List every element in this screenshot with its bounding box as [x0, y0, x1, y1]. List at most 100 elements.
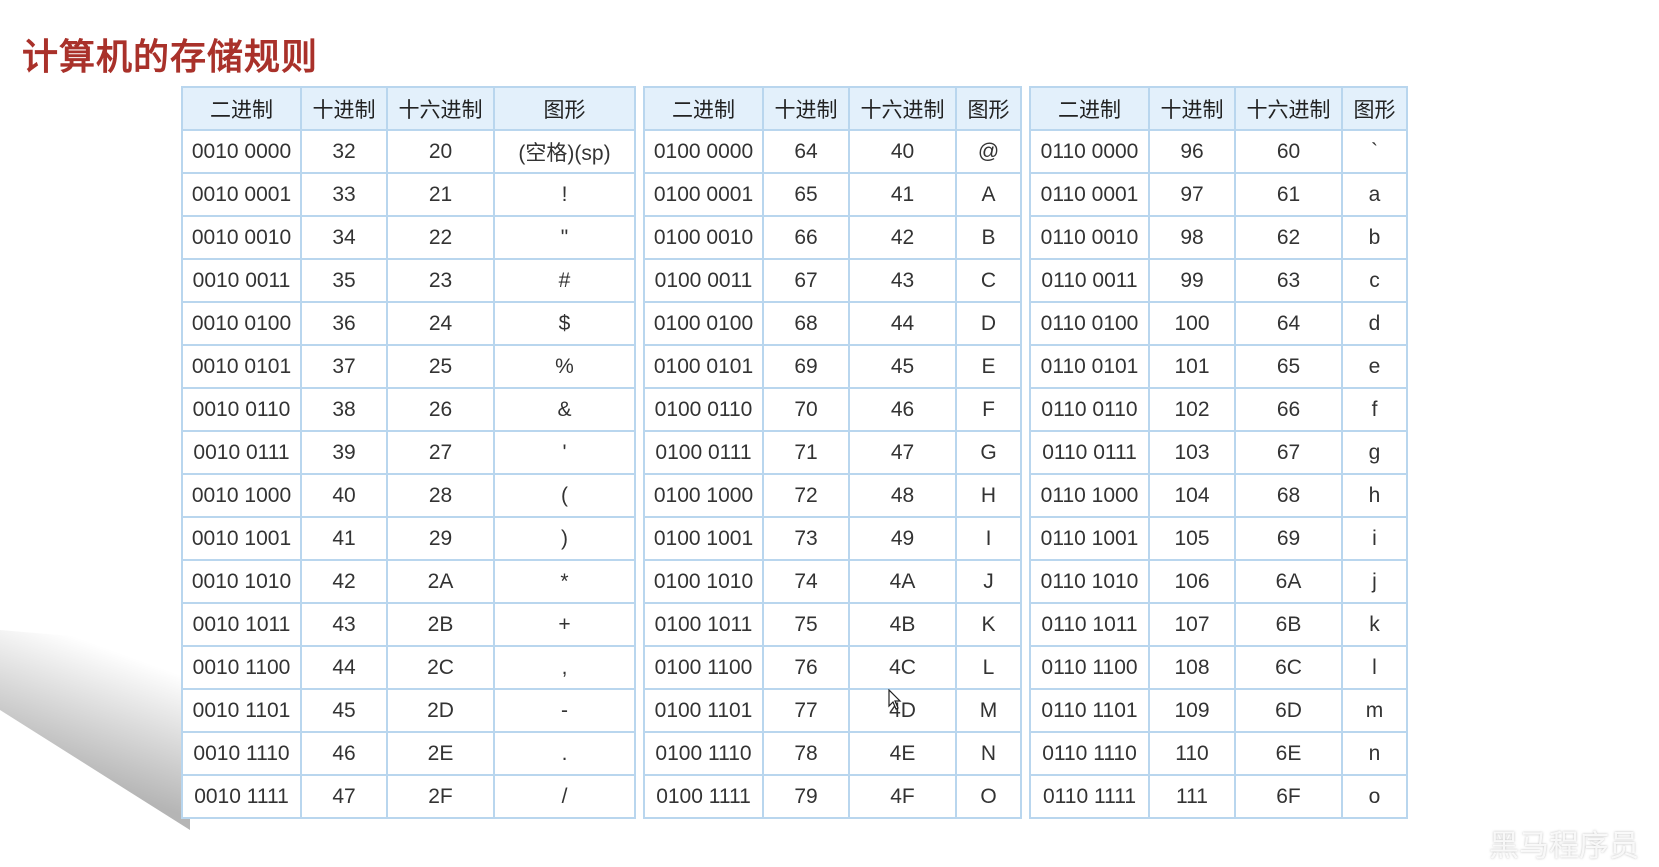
table-row: 0110 0000 96 60 ` [1029, 129, 1408, 174]
table-cell: 4C [848, 645, 957, 690]
column-header: 十六进制 [1234, 86, 1343, 131]
table-cell: 0010 0011 [181, 258, 302, 303]
table-cell: 38 [300, 387, 388, 432]
table-cell: 109 [1148, 688, 1236, 733]
table-row: 0100 0000 64 40 @ [643, 129, 1022, 174]
table-cell: 69 [762, 344, 850, 389]
table-cell: n [1341, 731, 1408, 776]
table-row: 0010 1010 42 2A * [181, 559, 636, 604]
table-cell: 104 [1148, 473, 1236, 518]
table-cell: 4E [848, 731, 957, 776]
table-cell: 0010 1001 [181, 516, 302, 561]
table-row: 0110 0100 100 64 d [1029, 301, 1408, 346]
table-cell: 44 [300, 645, 388, 690]
table-cell: 62 [1234, 215, 1343, 260]
table-row: 0010 0011 35 23 # [181, 258, 636, 303]
table-cell: 0100 1101 [643, 688, 764, 733]
table-cell: 0010 1000 [181, 473, 302, 518]
table-cell: 63 [1234, 258, 1343, 303]
table-row: 0110 1101 109 6D m [1029, 688, 1408, 733]
table-cell: 0100 1011 [643, 602, 764, 647]
table-row: 0110 0010 98 62 b [1029, 215, 1408, 260]
table-cell: 41 [300, 516, 388, 561]
table-cell: 48 [848, 473, 957, 518]
column-header: 二进制 [181, 86, 302, 131]
table-cell: k [1341, 602, 1408, 647]
table-cell: 101 [1148, 344, 1236, 389]
table-cell: 45 [300, 688, 388, 733]
table-cell: 0100 1110 [643, 731, 764, 776]
table-cell: ) [493, 516, 636, 561]
ascii-table-0x60: 二进制 十进制 十六进制 图形 0110 0000 96 60 ` 0110 0001 97 61… [1029, 86, 1408, 819]
table-cell: 65 [1234, 344, 1343, 389]
table-cell: 64 [1234, 301, 1343, 346]
table-cell: N [955, 731, 1022, 776]
table-cell: o [1341, 774, 1408, 819]
table-cell: 0010 0100 [181, 301, 302, 346]
table-row: 0100 1010 74 4A J [643, 559, 1022, 604]
table-row: 0100 1011 75 4B K [643, 602, 1022, 647]
table-cell: 0010 0010 [181, 215, 302, 260]
column-header: 图形 [493, 86, 636, 131]
table-cell: 0100 0010 [643, 215, 764, 260]
table-cell: 107 [1148, 602, 1236, 647]
table-cell: e [1341, 344, 1408, 389]
column-header: 图形 [955, 86, 1022, 131]
table-cell: j [1341, 559, 1408, 604]
table-cell: 98 [1148, 215, 1236, 260]
table-cell: 0110 0111 [1029, 430, 1150, 475]
table-cell: 21 [386, 172, 495, 217]
table-row: 0110 0011 99 63 c [1029, 258, 1408, 303]
table-cell: b [1341, 215, 1408, 260]
table-cell: 35 [300, 258, 388, 303]
table-cell: 23 [386, 258, 495, 303]
table-cell: K [955, 602, 1022, 647]
table-cell: 0010 1100 [181, 645, 302, 690]
table-row: 0010 1001 41 29) [181, 516, 636, 561]
table-cell: D [955, 301, 1022, 346]
table-row: 0100 1110 78 4E N [643, 731, 1022, 776]
table-cell: 0100 1001 [643, 516, 764, 561]
table-cell: 64 [762, 129, 850, 174]
table-row: 0010 1011 43 2B + [181, 602, 636, 647]
table-row: 0010 1111 47 2F / [181, 774, 636, 819]
table-cell: 43 [300, 602, 388, 647]
table-row: 0010 0110 38 26 & [181, 387, 636, 432]
table-cell: H [955, 473, 1022, 518]
table-row: 0010 0111 39 27 ' [181, 430, 636, 475]
table-cell: 73 [762, 516, 850, 561]
column-header: 二进制 [1029, 86, 1150, 131]
table-cell: m [1341, 688, 1408, 733]
ascii-table-0x20: 二进制 十进制 十六进制 图形 0010 0000 32 20 (空格)(sp) 0010 0… [181, 86, 636, 819]
table-cell: 0010 0111 [181, 430, 302, 475]
table-row: 0010 0000 32 20 (空格)(sp) [181, 129, 636, 174]
table-cell: f [1341, 387, 1408, 432]
table-cell: 0010 1111 [181, 774, 302, 819]
table-cell: 66 [1234, 387, 1343, 432]
column-header: 十进制 [300, 86, 388, 131]
table-cell: B [955, 215, 1022, 260]
table-cell: 6C [1234, 645, 1343, 690]
table-cell: 20 [386, 129, 495, 174]
table-row: 0110 0110 102 66 f [1029, 387, 1408, 432]
table-cell: ` [1341, 129, 1408, 174]
table-header-row: 二进制 十进制 十六进制 图形 [643, 86, 1022, 131]
table-cell: / [493, 774, 636, 819]
table-cell: 0010 1010 [181, 559, 302, 604]
table-cell: 72 [762, 473, 850, 518]
table-cell: a [1341, 172, 1408, 217]
table-row: 0100 1001 73 49 I [643, 516, 1022, 561]
column-header: 十六进制 [386, 86, 495, 131]
table-cell: 0100 0000 [643, 129, 764, 174]
table-row: 0110 1010 106 6A j [1029, 559, 1408, 604]
table-cell: 0100 1111 [643, 774, 764, 819]
table-cell: 28 [386, 473, 495, 518]
table-cell: 77 [762, 688, 850, 733]
table-cell: 106 [1148, 559, 1236, 604]
table-cell: , [493, 645, 636, 690]
table-cell: d [1341, 301, 1408, 346]
table-cell: 0110 1011 [1029, 602, 1150, 647]
table-cell: 0110 0011 [1029, 258, 1150, 303]
table-cell: 97 [1148, 172, 1236, 217]
table-row: 0110 1100 108 6C l [1029, 645, 1408, 690]
